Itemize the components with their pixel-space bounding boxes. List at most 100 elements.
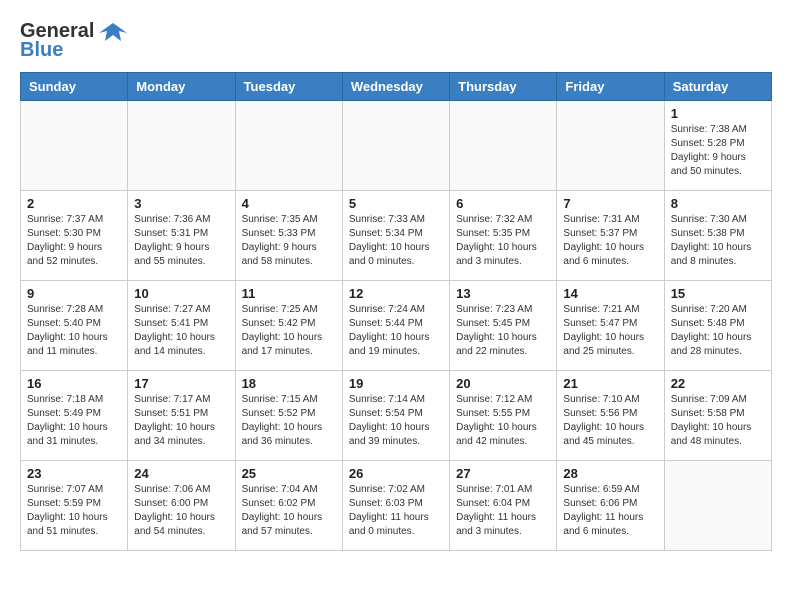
day-number: 18 bbox=[242, 376, 336, 391]
day-info: Sunrise: 6:59 AM Sunset: 6:06 PM Dayligh… bbox=[563, 483, 657, 539]
calendar-cell: 4Sunrise: 7:35 AM Sunset: 5:33 PM Daylig… bbox=[235, 191, 342, 281]
day-info: Sunrise: 7:28 AM Sunset: 5:40 PM Dayligh… bbox=[27, 303, 121, 359]
day-number: 10 bbox=[134, 286, 228, 301]
day-info: Sunrise: 7:15 AM Sunset: 5:52 PM Dayligh… bbox=[242, 393, 336, 449]
calendar-cell: 11 Sunrise: 7:25 AM Sunset: 5:42 PM Dayli… bbox=[235, 281, 342, 371]
day-number: 24 bbox=[134, 466, 228, 481]
calendar-cell bbox=[21, 101, 128, 191]
calendar-table: SundayMondayTuesdayWednesdayThursdayFrid… bbox=[20, 72, 772, 551]
day-number: 27 bbox=[456, 466, 550, 481]
day-number: 22 bbox=[671, 376, 765, 391]
calendar-cell bbox=[557, 101, 664, 191]
day-number: 26 bbox=[349, 466, 443, 481]
day-info: Sunrise: 7:10 AM Sunset: 5:56 PM Dayligh… bbox=[563, 393, 657, 449]
calendar-cell bbox=[128, 101, 235, 191]
calendar-cell: 9 Sunrise: 7:28 AM Sunset: 5:40 PM Daylig… bbox=[21, 281, 128, 371]
calendar-cell bbox=[450, 101, 557, 191]
day-number: 6 bbox=[456, 196, 550, 211]
calendar-week-1: 1 Sunrise: 7:38 AM Sunset: 5:28 PM Daylig… bbox=[21, 101, 772, 191]
calendar-week-2: 2 Sunrise: 7:37 AM Sunset: 5:30 PM Daylig… bbox=[21, 191, 772, 281]
calendar-cell: 21 Sunrise: 7:10 AM Sunset: 5:56 PM Dayli… bbox=[557, 371, 664, 461]
day-number: 15 bbox=[671, 286, 765, 301]
calendar-cell: 27 Sunrise: 7:01 AM Sunset: 6:04 PM Dayli… bbox=[450, 461, 557, 551]
day-info: Sunrise: 7:12 AM Sunset: 5:55 PM Dayligh… bbox=[456, 393, 550, 449]
calendar-week-5: 23 Sunrise: 7:07 AM Sunset: 5:59 PM Dayli… bbox=[21, 461, 772, 551]
day-number: 3 bbox=[134, 196, 228, 211]
day-info: Sunrise: 7:21 AM Sunset: 5:47 PM Dayligh… bbox=[563, 303, 657, 359]
calendar-cell: 25Sunrise: 7:04 AM Sunset: 6:02 PM Dayli… bbox=[235, 461, 342, 551]
weekday-header-saturday: Saturday bbox=[664, 73, 771, 101]
weekday-header-row: SundayMondayTuesdayWednesdayThursdayFrid… bbox=[21, 73, 772, 101]
day-number: 16 bbox=[27, 376, 121, 391]
day-number: 11 bbox=[242, 286, 336, 301]
calendar-cell: 19 Sunrise: 7:14 AM Sunset: 5:54 PM Dayli… bbox=[342, 371, 449, 461]
day-number: 20 bbox=[456, 376, 550, 391]
day-info: Sunrise: 7:07 AM Sunset: 5:59 PM Dayligh… bbox=[27, 483, 121, 539]
calendar-cell: 10 Sunrise: 7:27 AM Sunset: 5:41 PM Dayli… bbox=[128, 281, 235, 371]
day-number: 17 bbox=[134, 376, 228, 391]
day-number: 23 bbox=[27, 466, 121, 481]
day-number: 5 bbox=[349, 196, 443, 211]
weekday-header-tuesday: Tuesday bbox=[235, 73, 342, 101]
calendar-week-4: 16 Sunrise: 7:18 AM Sunset: 5:49 PM Dayli… bbox=[21, 371, 772, 461]
calendar-cell: 16 Sunrise: 7:18 AM Sunset: 5:49 PM Dayli… bbox=[21, 371, 128, 461]
day-number: 19 bbox=[349, 376, 443, 391]
calendar-cell: 6 Sunrise: 7:32 AM Sunset: 5:35 PM Daylig… bbox=[450, 191, 557, 281]
calendar-cell: 17 Sunrise: 7:17 AM Sunset: 5:51 PM Dayli… bbox=[128, 371, 235, 461]
calendar-cell: 24 Sunrise: 7:06 AM Sunset: 6:00 PM Dayli… bbox=[128, 461, 235, 551]
day-number: 13 bbox=[456, 286, 550, 301]
logo-text-blue: Blue bbox=[20, 39, 63, 62]
calendar-cell: 5 Sunrise: 7:33 AM Sunset: 5:34 PM Daylig… bbox=[342, 191, 449, 281]
day-info: Sunrise: 7:38 AM Sunset: 5:28 PM Dayligh… bbox=[671, 123, 765, 179]
day-info: Sunrise: 7:18 AM Sunset: 5:49 PM Dayligh… bbox=[27, 393, 121, 449]
calendar-cell: 22 Sunrise: 7:09 AM Sunset: 5:58 PM Dayli… bbox=[664, 371, 771, 461]
day-number: 21 bbox=[563, 376, 657, 391]
calendar-cell bbox=[664, 461, 771, 551]
day-info: Sunrise: 7:14 AM Sunset: 5:54 PM Dayligh… bbox=[349, 393, 443, 449]
day-number: 14 bbox=[563, 286, 657, 301]
weekday-header-monday: Monday bbox=[128, 73, 235, 101]
day-info: Sunrise: 7:02 AM Sunset: 6:03 PM Dayligh… bbox=[349, 483, 443, 539]
day-info: Sunrise: 7:36 AM Sunset: 5:31 PM Dayligh… bbox=[134, 213, 228, 269]
calendar-cell: 18 Sunrise: 7:15 AM Sunset: 5:52 PM Dayli… bbox=[235, 371, 342, 461]
day-info: Sunrise: 7:01 AM Sunset: 6:04 PM Dayligh… bbox=[456, 483, 550, 539]
day-number: 4 bbox=[242, 196, 336, 211]
calendar-cell bbox=[342, 101, 449, 191]
day-info: Sunrise: 7:32 AM Sunset: 5:35 PM Dayligh… bbox=[456, 213, 550, 269]
day-info: Sunrise: 7:17 AM Sunset: 5:51 PM Dayligh… bbox=[134, 393, 228, 449]
calendar-cell: 26 Sunrise: 7:02 AM Sunset: 6:03 PM Dayli… bbox=[342, 461, 449, 551]
day-number: 1 bbox=[671, 106, 765, 121]
weekday-header-sunday: Sunday bbox=[21, 73, 128, 101]
day-number: 9 bbox=[27, 286, 121, 301]
weekday-header-wednesday: Wednesday bbox=[342, 73, 449, 101]
calendar-cell: 1 Sunrise: 7:38 AM Sunset: 5:28 PM Daylig… bbox=[664, 101, 771, 191]
day-number: 28 bbox=[563, 466, 657, 481]
calendar-cell: 20 Sunrise: 7:12 AM Sunset: 5:55 PM Dayli… bbox=[450, 371, 557, 461]
calendar-cell bbox=[235, 101, 342, 191]
day-info: Sunrise: 7:23 AM Sunset: 5:45 PM Dayligh… bbox=[456, 303, 550, 359]
day-info: Sunrise: 7:24 AM Sunset: 5:44 PM Dayligh… bbox=[349, 303, 443, 359]
day-info: Sunrise: 7:37 AM Sunset: 5:30 PM Dayligh… bbox=[27, 213, 121, 269]
day-number: 12 bbox=[349, 286, 443, 301]
day-info: Sunrise: 7:09 AM Sunset: 5:58 PM Dayligh… bbox=[671, 393, 765, 449]
day-info: Sunrise: 7:25 AM Sunset: 5:42 PM Dayligh… bbox=[242, 303, 336, 359]
logo: General Blue bbox=[20, 20, 127, 62]
day-info: Sunrise: 7:04 AM Sunset: 6:02 PM Dayligh… bbox=[242, 483, 336, 539]
calendar-week-3: 9 Sunrise: 7:28 AM Sunset: 5:40 PM Daylig… bbox=[21, 281, 772, 371]
weekday-header-thursday: Thursday bbox=[450, 73, 557, 101]
calendar-cell: 7Sunrise: 7:31 AM Sunset: 5:37 PM Daylig… bbox=[557, 191, 664, 281]
calendar-cell: 3 Sunrise: 7:36 AM Sunset: 5:31 PM Daylig… bbox=[128, 191, 235, 281]
calendar-cell: 15 Sunrise: 7:20 AM Sunset: 5:48 PM Dayli… bbox=[664, 281, 771, 371]
logo-bird-icon bbox=[99, 21, 127, 43]
day-info: Sunrise: 7:27 AM Sunset: 5:41 PM Dayligh… bbox=[134, 303, 228, 359]
day-info: Sunrise: 7:20 AM Sunset: 5:48 PM Dayligh… bbox=[671, 303, 765, 359]
day-info: Sunrise: 7:06 AM Sunset: 6:00 PM Dayligh… bbox=[134, 483, 228, 539]
day-number: 2 bbox=[27, 196, 121, 211]
day-info: Sunrise: 7:33 AM Sunset: 5:34 PM Dayligh… bbox=[349, 213, 443, 269]
calendar-cell: 2 Sunrise: 7:37 AM Sunset: 5:30 PM Daylig… bbox=[21, 191, 128, 281]
calendar-cell: 28 Sunrise: 6:59 AM Sunset: 6:06 PM Dayli… bbox=[557, 461, 664, 551]
page-header: General Blue bbox=[20, 20, 772, 62]
day-info: Sunrise: 7:31 AM Sunset: 5:37 PM Dayligh… bbox=[563, 213, 657, 269]
day-info: Sunrise: 7:30 AM Sunset: 5:38 PM Dayligh… bbox=[671, 213, 765, 269]
calendar-cell: 14 Sunrise: 7:21 AM Sunset: 5:47 PM Dayli… bbox=[557, 281, 664, 371]
